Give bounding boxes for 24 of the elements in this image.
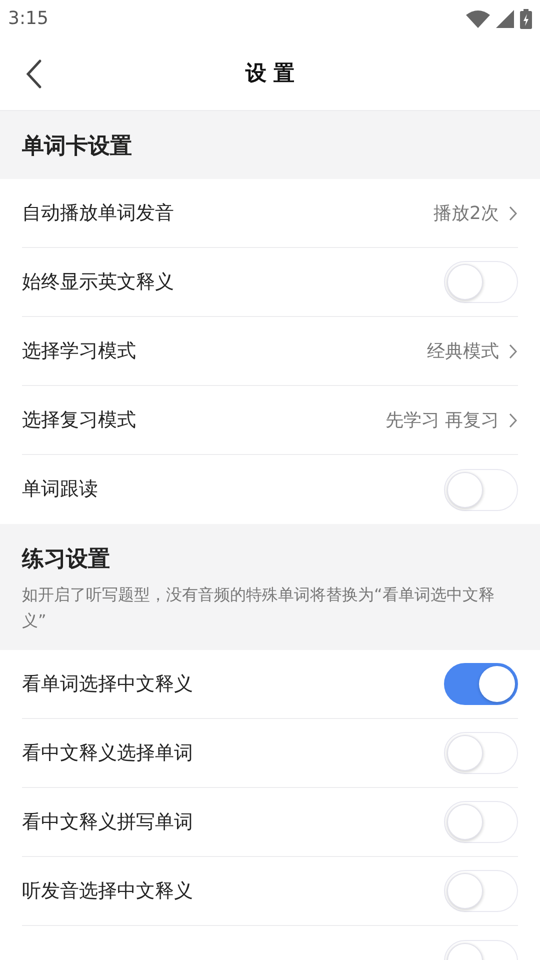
setting-label: 始终显示英文释义	[22, 270, 174, 295]
setting-label: 看中文释义选择单词	[22, 740, 193, 766]
section-title: 单词卡设置	[22, 133, 133, 161]
setting-value-link[interactable]: 经典模式	[427, 338, 518, 364]
section-description: 如开启了听写题型，没有音频的特殊单词将替换为“看单词选中文释义”	[22, 584, 496, 632]
setting-value-link[interactable]: 先学习 再复习	[385, 406, 518, 434]
setting-label: 选择学习模式	[22, 338, 136, 364]
setting-label: 看中文释义拼写单词	[22, 810, 193, 835]
toggle-switch[interactable]	[444, 663, 518, 705]
signal-icon	[496, 10, 514, 28]
wifi-icon	[466, 10, 490, 28]
chevron-right-icon	[509, 412, 518, 428]
setting-label: 选择复习模式	[22, 408, 136, 433]
setting-label: 自动播放单词发音	[22, 200, 174, 226]
battery-icon	[520, 8, 532, 28]
status-time: 3:15	[8, 7, 48, 31]
section-title: 练习设置	[22, 546, 111, 574]
chevron-right-icon	[509, 344, 518, 358]
chevron-right-icon	[509, 206, 518, 220]
page-title: 设 置	[245, 60, 295, 87]
setting-label: 单词跟读	[22, 477, 98, 502]
setting-label: 看单词选择中文释义	[22, 672, 193, 697]
setting-label: 听发音选择中文释义	[22, 878, 193, 904]
setting-value-link[interactable]: 播放2次	[434, 200, 518, 226]
